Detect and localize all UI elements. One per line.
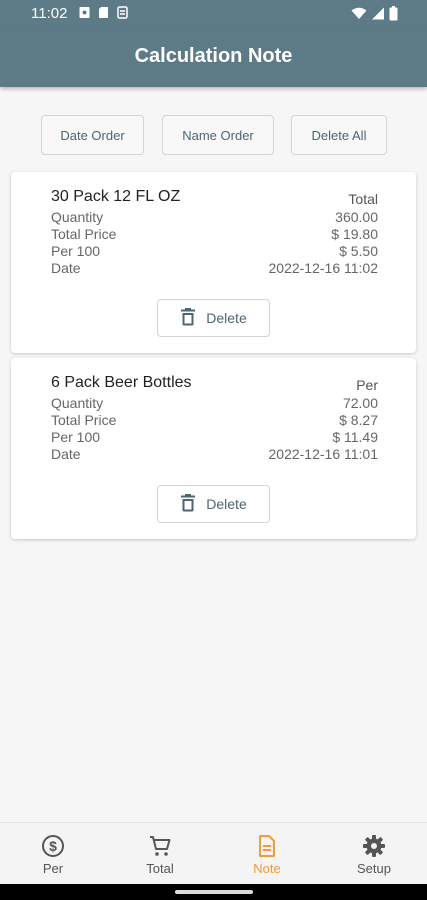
delete-label: Delete [206, 496, 247, 512]
note-row-per-100: Per 100 $ 5.50 [51, 243, 378, 260]
cart-icon [148, 834, 172, 858]
note-name: 6 Pack Beer Bottles [51, 374, 192, 391]
photo-notification-icon [79, 6, 90, 19]
row-value: $ 19.80 [331, 226, 378, 242]
note-row-date: Date 2022-12-16 11:01 [51, 446, 378, 463]
row-value: $ 8.27 [339, 412, 378, 428]
delete-all-button[interactable]: Delete All [291, 115, 387, 155]
status-notification-icons [79, 6, 128, 19]
app-bar: Calculation Note [0, 28, 427, 87]
nav-item-note[interactable]: Note [214, 823, 320, 885]
bottom-navigation: $ Per Total Note Setup [0, 822, 427, 884]
note-type: Per [356, 377, 378, 393]
battery-icon [389, 6, 398, 26]
trash-icon [180, 307, 196, 329]
name-order-button[interactable]: Name Order [162, 115, 274, 155]
nav-label: Note [253, 861, 281, 876]
svg-text:$: $ [49, 838, 57, 854]
signal-icon [371, 7, 385, 25]
dollar-circle-icon: $ [41, 834, 65, 858]
row-label: Per 100 [51, 429, 101, 445]
page-title: Calculation Note [134, 45, 293, 67]
row-label: Quantity [51, 395, 104, 411]
note-row-quantity: Quantity 72.00 [51, 395, 378, 412]
date-order-button[interactable]: Date Order [41, 115, 144, 155]
status-system-icons [351, 6, 398, 26]
delete-label: Delete [206, 310, 247, 326]
row-value: 2022-12-16 11:01 [268, 446, 379, 462]
gear-icon [362, 834, 386, 858]
row-label: Date [51, 260, 81, 276]
row-label: Date [51, 446, 81, 462]
row-label: Per 100 [51, 243, 101, 259]
trash-icon [180, 493, 196, 515]
nav-label: Total [146, 861, 174, 876]
row-value: $ 5.50 [339, 243, 378, 259]
row-label: Total Price [51, 226, 117, 242]
app-notification-icon [117, 6, 128, 19]
gesture-navigation-bar [0, 884, 427, 900]
row-value: 72.00 [342, 395, 378, 411]
delete-note-button[interactable]: Delete [157, 299, 270, 337]
row-value: 360.00 [335, 209, 378, 225]
row-value: 2022-12-16 11:02 [268, 260, 379, 276]
nav-label: Per [42, 861, 64, 876]
row-label: Quantity [51, 209, 104, 225]
note-row-per-100: Per 100 $ 11.49 [51, 429, 378, 446]
note-row-total-price: Total Price $ 8.27 [51, 412, 378, 429]
delete-note-button[interactable]: Delete [157, 485, 270, 523]
note-row-total-price: Total Price $ 19.80 [51, 226, 378, 243]
row-label: Total Price [51, 412, 117, 428]
nav-label: Setup [357, 861, 391, 876]
note-type: Total [348, 191, 378, 207]
nav-item-per[interactable]: $ Per [0, 823, 106, 885]
note-icon [255, 834, 279, 858]
home-handle[interactable] [175, 890, 253, 894]
note-card: 6 Pack Beer Bottles Per Quantity 72.00 T… [11, 358, 416, 539]
wifi-icon [351, 7, 367, 25]
status-bar: 11:02 [0, 0, 427, 28]
row-value: $ 11.49 [332, 429, 378, 445]
nav-item-total[interactable]: Total [107, 823, 213, 885]
note-row-quantity: Quantity 360.00 [51, 209, 378, 226]
status-time: 11:02 [31, 5, 68, 22]
sd-card-icon [98, 6, 109, 19]
note-row-date: Date 2022-12-16 11:02 [51, 260, 378, 277]
note-card: 30 Pack 12 FL OZ Total Quantity 360.00 T… [11, 172, 416, 353]
nav-item-setup[interactable]: Setup [321, 823, 427, 885]
note-name: 30 Pack 12 FL OZ [51, 188, 181, 205]
